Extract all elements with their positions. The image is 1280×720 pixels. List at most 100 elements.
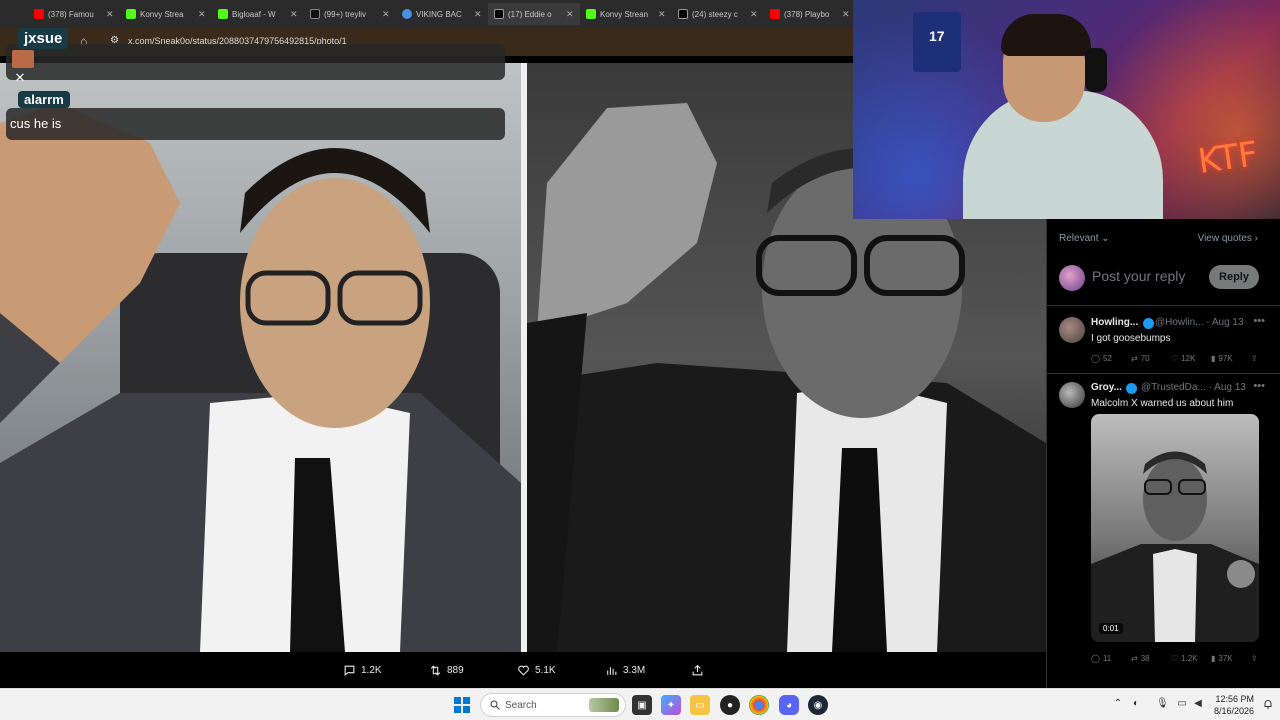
reply-button[interactable]: 1.2K	[343, 664, 382, 677]
x-logo-icon	[494, 9, 504, 19]
search-icon	[490, 700, 500, 710]
bar-chart-icon	[607, 667, 617, 675]
author-name[interactable]: Howling...	[1091, 317, 1138, 328]
browser-tab[interactable]: Konvy Strea ✕	[120, 3, 212, 25]
chat-avatar	[12, 50, 34, 68]
close-icon[interactable]: ✕	[106, 9, 114, 20]
screen: (378) Famou ✕ Konvy Strea ✕ Bigloaaf - W ✕ …	[0, 0, 1280, 720]
author-handle: @TrustedDa... · Aug 13	[1141, 382, 1246, 393]
views-button[interactable]: 3.3M	[605, 664, 645, 677]
repost-icon	[430, 665, 441, 676]
views-button[interactable]: ▮ 97K	[1211, 354, 1251, 363]
search-highlight-image	[589, 698, 619, 712]
chrome-icon[interactable]	[749, 695, 769, 715]
close-icon[interactable]: ✕	[382, 9, 390, 20]
reply-count: 1.2K	[361, 665, 382, 676]
start-button[interactable]	[454, 697, 470, 713]
browser-tab[interactable]: Bigloaaf - W ✕	[212, 3, 304, 25]
chat-username: alarrm	[18, 91, 70, 108]
kick-icon	[586, 9, 596, 19]
jersey-number: 17	[929, 28, 945, 44]
bar-chart-icon: ▮	[1211, 354, 1216, 363]
close-icon[interactable]: ✕	[12, 70, 28, 86]
browser-tab[interactable]: (378) Famou ✕	[28, 3, 120, 25]
close-icon[interactable]: ✕	[198, 9, 206, 20]
share-icon: ⇪	[1251, 654, 1258, 663]
share-button[interactable]: ⇪	[1251, 654, 1265, 663]
youtube-icon	[34, 9, 44, 19]
comment-icon	[344, 665, 355, 676]
chat-message: cus he is	[6, 108, 505, 140]
task-view-icon[interactable]: ▣	[632, 695, 652, 715]
close-icon[interactable]: ✕	[658, 9, 666, 20]
author-handle: @Howlin... · Aug 13	[1155, 317, 1244, 328]
repost-button[interactable]: ⇄ 70	[1131, 354, 1171, 363]
browser-tab[interactable]: VIKING BAC ✕	[396, 3, 488, 25]
obs-icon[interactable]: ●	[720, 695, 740, 715]
like-button[interactable]: ♡ 1.2K	[1171, 654, 1211, 663]
chevron-down-icon: ⌄	[1098, 233, 1110, 244]
views-button[interactable]: ▮ 37K	[1211, 654, 1251, 663]
divider	[1047, 305, 1280, 306]
man-in-suit-image	[0, 103, 521, 652]
clock-date[interactable]: 8/16/2026	[1214, 706, 1254, 716]
like-button[interactable]: ♡ 12K	[1171, 354, 1211, 363]
close-icon[interactable]: ✕	[750, 9, 758, 20]
reply-submit-button[interactable]: Reply	[1209, 265, 1259, 289]
neon-sign: KTF	[1195, 134, 1261, 182]
notification-bell-icon[interactable]	[1262, 698, 1274, 710]
chevron-right-icon: ›	[1251, 233, 1258, 244]
more-options-icon[interactable]: •••	[1253, 380, 1265, 392]
taskbar-search[interactable]: Search	[480, 693, 626, 717]
browser-tab[interactable]: (99+) treyliv ✕	[304, 3, 396, 25]
copilot-icon[interactable]: ✦	[661, 695, 681, 715]
chat-overlay-strip	[6, 44, 505, 80]
browser-tab[interactable]: (24) steezy c ✕	[672, 3, 764, 25]
close-icon[interactable]: ✕	[842, 9, 850, 20]
discord-icon[interactable]: ◕	[779, 695, 799, 715]
reply-button[interactable]: ◯ 11	[1091, 654, 1131, 663]
reply-input[interactable]: Post your reply	[1092, 268, 1185, 284]
repost-button[interactable]: ⇄ 38	[1131, 654, 1171, 663]
browser-tab[interactable]: Konvy Strean ✕	[580, 3, 672, 25]
avatar	[1059, 382, 1085, 408]
like-button[interactable]: 5.1K	[517, 664, 556, 677]
chat-username: jxsue	[18, 28, 69, 49]
share-button[interactable]: ⇪	[1251, 354, 1265, 363]
sort-dropdown[interactable]: Relevant ⌄	[1059, 233, 1110, 244]
file-explorer-icon[interactable]: ▭	[690, 695, 710, 715]
clock-time[interactable]: 12:56 PM	[1214, 694, 1254, 704]
avatar	[1059, 265, 1085, 291]
view-quotes-link[interactable]: View quotes ›	[1198, 233, 1258, 244]
reply-video[interactable]: 0:01	[1091, 414, 1259, 642]
microphone-icon[interactable]: 🎙	[1156, 698, 1169, 710]
more-options-icon[interactable]: •••	[1253, 315, 1265, 327]
repost-count: 889	[447, 665, 464, 676]
browser-tab[interactable]: (378) Playbo ✕	[764, 3, 856, 25]
verified-badge-icon	[1143, 318, 1154, 329]
chevron-up-icon[interactable]: ⌃	[1112, 698, 1124, 710]
app-tray-icon[interactable]: ◐	[1130, 698, 1142, 710]
headphones-icon	[1085, 48, 1107, 92]
chrome-icon	[402, 9, 412, 19]
author-name[interactable]: Groy...	[1091, 382, 1122, 393]
steam-icon[interactable]: ◉	[808, 695, 828, 715]
heart-icon	[518, 665, 529, 676]
repost-icon: ⇄	[1131, 654, 1138, 663]
close-icon[interactable]: ✕	[566, 9, 574, 20]
close-icon[interactable]: ✕	[290, 9, 298, 20]
repost-button[interactable]: 889	[429, 664, 464, 677]
heart-icon: ♡	[1171, 654, 1179, 663]
taskbar: Search ▣ ✦ ▭ ● ◕ ◉ ⌃ ◐ 🎙 ▭ ◀ 12:56 PM 8/…	[0, 688, 1280, 720]
network-icon[interactable]: ▭	[1176, 698, 1188, 710]
volume-icon[interactable]: ◀	[1192, 698, 1204, 710]
youtube-icon	[770, 9, 780, 19]
reply-stats: ◯ 52 ⇄ 70 ♡ 12K ▮ 97K ⇪	[1091, 354, 1265, 363]
share-button[interactable]	[691, 664, 704, 677]
bar-chart-icon: ▮	[1211, 654, 1216, 663]
photo-left	[0, 63, 521, 652]
browser-tab[interactable]: (17) Eddie o ✕	[488, 3, 580, 25]
close-icon[interactable]: ✕	[474, 9, 482, 20]
reply-button[interactable]: ◯ 52	[1091, 354, 1131, 363]
post-action-bar: 1.2K 889 5.1K 3.3M	[0, 656, 1046, 688]
